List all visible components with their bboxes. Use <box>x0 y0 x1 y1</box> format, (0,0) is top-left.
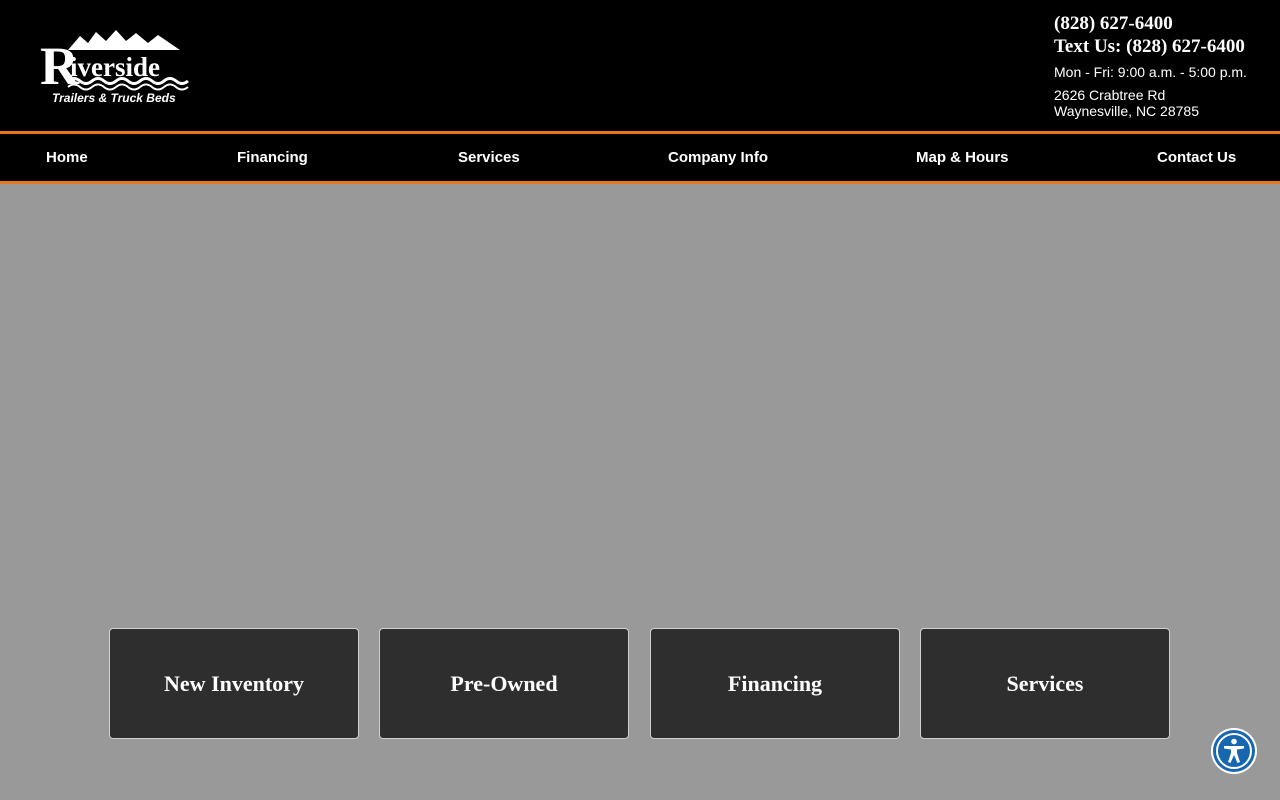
nav-services[interactable]: Services <box>458 134 520 181</box>
tile-label: Pre-Owned <box>450 670 558 696</box>
address-line-1: 2626 Crabtree Rd <box>1054 87 1166 103</box>
address-line-2: Waynesville, NC 28785 <box>1054 103 1199 119</box>
main-nav: Home Financing Services Company Info Map… <box>0 131 1280 184</box>
tile-financing[interactable]: Financing <box>650 628 900 739</box>
nav-home[interactable]: Home <box>46 134 88 181</box>
header-contact: (828) 627-6400 Text Us: (828) 627-6400 M… <box>1054 12 1247 119</box>
business-hours: Mon - Fri: 9:00 a.m. - 5:00 p.m. <box>1054 64 1247 80</box>
nav-financing[interactable]: Financing <box>237 134 308 181</box>
logo-graphic: R iverside Trailers & Truck Beds <box>40 30 189 105</box>
site-header: R iverside Trailers & Truck Beds (828) 6… <box>0 0 1280 131</box>
nav-contact-us[interactable]: Contact Us <box>1157 134 1236 181</box>
tile-label: New Inventory <box>164 670 304 696</box>
tile-label: Services <box>1006 670 1084 696</box>
accessibility-button[interactable] <box>1211 728 1257 774</box>
riverside-logo[interactable]: R iverside Trailers & Truck Beds <box>40 26 192 108</box>
nav-company-info[interactable]: Company Info <box>668 134 768 181</box>
phone-number[interactable]: (828) 627-6400 <box>1054 12 1247 35</box>
nav-map-hours[interactable]: Map & Hours <box>916 134 1009 181</box>
text-us-number[interactable]: Text Us: (828) 627-6400 <box>1054 35 1247 58</box>
tile-new-inventory[interactable]: New Inventory <box>109 628 359 739</box>
logo-tagline: Trailers & Truck Beds <box>52 91 176 105</box>
accessibility-icon <box>1213 730 1255 772</box>
tile-label: Financing <box>727 670 823 696</box>
tile-pre-owned[interactable]: Pre-Owned <box>379 628 629 739</box>
tile-services[interactable]: Services <box>920 628 1170 739</box>
